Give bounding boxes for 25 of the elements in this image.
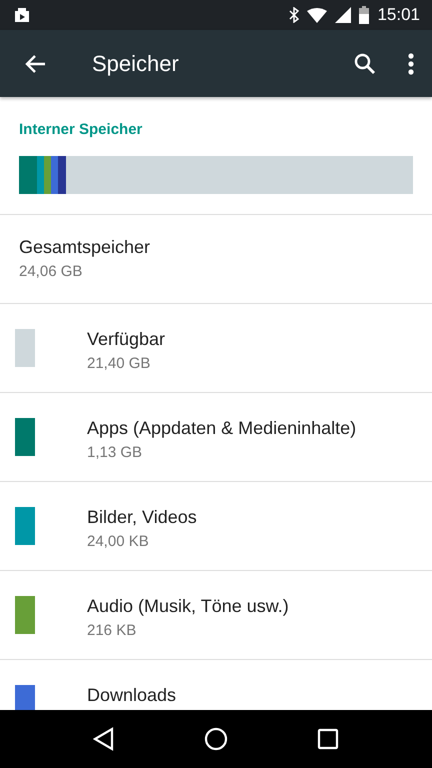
category-label: Bilder, Videos [87, 506, 197, 528]
more-options-icon [408, 52, 414, 74]
signal-icon [335, 7, 352, 23]
category-label: Audio (Musik, Töne usw.) [87, 594, 289, 618]
screenshot-notification-icon [14, 7, 32, 23]
screen-title: Speicher [92, 50, 179, 78]
wifi-icon [307, 8, 328, 22]
total-value: 24,06 GB [19, 262, 84, 282]
clock-time: 15:01 [377, 4, 420, 26]
storage-category-item[interactable]: Audio (Musik, Töne usw.) 216 KB [0, 570, 432, 658]
storage-category-item[interactable]: Verfügbar 21,40 GB [0, 304, 432, 392]
category-size: 21,40 GB [87, 354, 152, 374]
section-title: Interner Speicher [18, 120, 144, 140]
category-label: Downloads [87, 684, 176, 706]
category-size: 1,13 GB [87, 442, 144, 462]
bluetooth-icon [289, 7, 300, 23]
total-label: Gesamtspeicher [19, 236, 152, 259]
storage-category-item[interactable]: Bilder, Videos 24,00 KB [0, 482, 432, 570]
storage-category-item[interactable]: Downloads [0, 660, 432, 710]
category-label: Apps (Appdaten & Medieninhalte) [87, 416, 356, 440]
battery-icon [359, 6, 370, 24]
category-label: Verfügbar [87, 328, 166, 351]
category-size: 216 KB [87, 620, 138, 640]
category-size: 24,00 KB [87, 532, 150, 552]
storage-category-item[interactable]: Apps (Appdaten & Medieninhalte) 1,13 GB [0, 392, 432, 480]
